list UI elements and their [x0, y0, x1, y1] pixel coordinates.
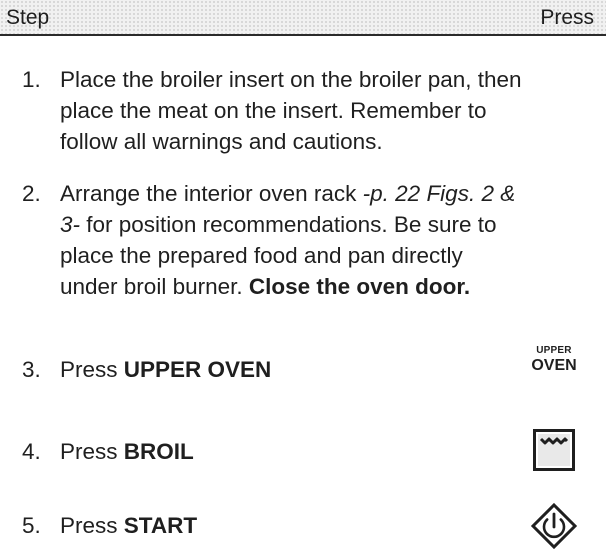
- step-instruction: Place the broiler insert on the broiler …: [60, 64, 522, 157]
- step-instruction: Press UPPER OVEN: [60, 354, 271, 385]
- instruction-line: under broil burner. Close the oven door.: [60, 271, 515, 302]
- step-instruction: Arrange the interior oven rack -p. 22 Fi…: [60, 178, 515, 302]
- upper-oven-key-big-label: OVEN: [531, 357, 577, 374]
- instruction-line: follow all warnings and cautions.: [60, 129, 383, 154]
- step-number: 3.: [22, 357, 41, 382]
- upper-oven-key: UPPER OVEN: [522, 346, 586, 374]
- figure-reference: -p. 22 Figs. 2 &: [362, 181, 516, 206]
- instruction-text: under broil burner.: [60, 274, 249, 299]
- instruction-line: Press BROIL: [60, 436, 194, 467]
- instruction-line: Press START: [60, 510, 197, 541]
- instruction-text: Press: [60, 439, 124, 464]
- broil-pad-icon: [533, 429, 575, 471]
- step-number: 4.: [22, 439, 41, 464]
- instruction-line: Place the broiler insert on the broiler …: [60, 67, 522, 92]
- instruction-text: Press: [60, 513, 124, 538]
- step-number: 1.: [22, 67, 41, 92]
- step-number: 2.: [22, 181, 41, 206]
- step-instruction: Press BROIL: [60, 436, 194, 467]
- step-column-header: Step: [6, 6, 50, 29]
- key-name: BROIL: [123, 439, 194, 464]
- step-number: 5.: [22, 513, 41, 538]
- press-column-header: Press: [540, 6, 594, 29]
- instruction-line: place the prepared food and pan directly: [60, 243, 463, 268]
- instruction-text: Press: [60, 357, 124, 382]
- start-pad-icon: [530, 502, 578, 550]
- instruction-line: Press UPPER OVEN: [60, 354, 271, 385]
- instruction-line: Arrange the interior oven rack -p. 22 Fi…: [60, 178, 515, 209]
- instruction-line: place the meat on the insert. Remember t…: [60, 98, 487, 123]
- upper-oven-key-small-label: UPPER: [536, 345, 572, 356]
- step-instruction: Press START: [60, 510, 197, 541]
- emphasis-text: Close the oven door.: [248, 274, 471, 299]
- instruction-text: for position recommendations. Be sure to: [80, 212, 497, 237]
- key-name: START: [123, 513, 198, 538]
- figure-reference: 3-: [60, 212, 81, 237]
- instruction-line: 3- for position recommendations. Be sure…: [60, 209, 515, 240]
- instruction-text: Arrange the interior oven rack: [60, 181, 363, 206]
- table-header: Step Press: [0, 0, 606, 36]
- key-name: UPPER OVEN: [123, 357, 272, 382]
